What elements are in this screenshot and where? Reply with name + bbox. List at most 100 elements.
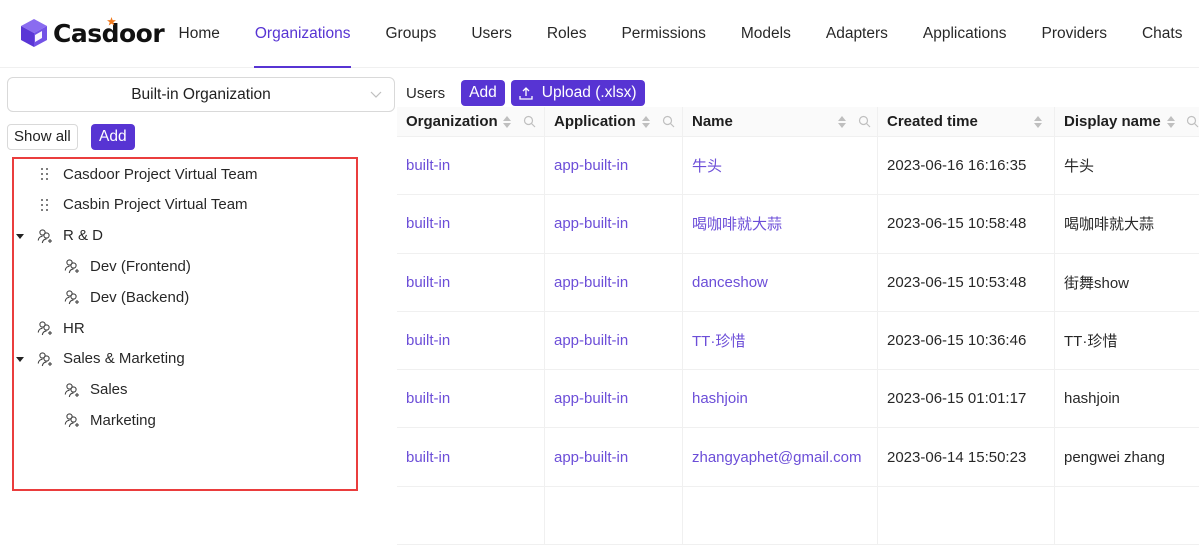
application-link[interactable]: app-built-in — [554, 449, 628, 466]
group-icon — [64, 413, 79, 428]
application-link[interactable]: app-built-in — [554, 157, 628, 174]
nav-item-users[interactable]: Users — [454, 0, 529, 68]
table-row: built-in app-built-in 牛头 2023-06-16 16:16:3… — [397, 137, 1199, 196]
user-name-link[interactable]: 喝咖啡就大蒜 — [692, 213, 782, 234]
cell-organization: built-in — [397, 195, 545, 253]
user-name-link[interactable]: hashjoin — [692, 390, 748, 407]
tree-node-label: Sales & Marketing — [63, 350, 185, 368]
sort-icon[interactable] — [641, 115, 651, 129]
application-link[interactable]: app-built-in — [554, 390, 628, 407]
application-link[interactable]: app-built-in — [554, 274, 628, 291]
search-icon[interactable] — [662, 115, 675, 128]
add-user-button[interactable]: Add — [461, 80, 505, 106]
application-link[interactable]: app-built-in — [554, 332, 628, 349]
column-created-time-label: Created time — [887, 113, 978, 130]
nav-item-permissions[interactable]: Permissions — [604, 0, 723, 68]
cell-organization: built-in — [397, 137, 545, 195]
organization-link[interactable]: built-in — [406, 390, 450, 407]
nav-item-adapters[interactable]: Adapters — [808, 0, 905, 68]
main-nav: Home Organizations Groups Users Roles Permiss… — [161, 0, 1199, 68]
user-name-link[interactable]: zhangyaphet@gmail.com — [692, 449, 861, 466]
cell-created-time: 2023-06-14 15:50:23 — [878, 428, 1055, 486]
cell-display-name — [1055, 487, 1199, 544]
tree-node-label: HR — [63, 319, 85, 337]
cell-display-name: TT·珍惜 — [1064, 333, 1118, 351]
tree-node-label: Casbin Project Virtual Team — [63, 196, 248, 214]
organization-link[interactable]: built-in — [406, 215, 450, 232]
column-created-time[interactable]: Created time — [878, 107, 1055, 137]
cell-name — [683, 486, 878, 545]
caret-down-icon[interactable] — [15, 354, 25, 364]
cell-created-time: 2023-06-15 10:53:48 — [878, 253, 1055, 311]
column-name[interactable]: Name — [683, 107, 878, 137]
sort-icon[interactable] — [1166, 115, 1176, 129]
table-body: built-in app-built-in 牛头 2023-06-16 16:16:3… — [397, 137, 1199, 545]
caret-down-icon[interactable] — [15, 231, 25, 241]
cell-created-time — [878, 486, 1055, 545]
sort-icon[interactable] — [837, 115, 847, 129]
upload-xlsx-button[interactable]: Upload (.xlsx) — [510, 80, 645, 106]
tree-node[interactable]: HR — [37, 315, 85, 341]
user-name-link[interactable]: TT·珍惜 — [692, 330, 745, 351]
user-name-link[interactable]: 牛头 — [692, 155, 722, 176]
drag-handle-icon — [41, 168, 48, 180]
nav-item-roles[interactable]: Roles — [529, 0, 604, 68]
nav-item-home[interactable]: Home — [161, 0, 237, 68]
application-link[interactable]: app-built-in — [554, 215, 628, 232]
organization-link[interactable]: built-in — [406, 449, 450, 466]
casdoor-logo[interactable]: Casdoor — [19, 16, 165, 50]
cell-name: zhangyaphet@gmail.com — [683, 428, 878, 486]
show-all-button[interactable]: Show all — [7, 124, 78, 150]
group-icon — [64, 382, 79, 397]
nav-item-applications[interactable]: Applications — [905, 0, 1024, 68]
tree-node[interactable]: Sales & Marketing — [16, 346, 185, 372]
drag-handle-icon — [41, 198, 48, 211]
tree-node[interactable]: Dev (Frontend) — [64, 253, 191, 279]
organization-link[interactable]: built-in — [406, 157, 450, 174]
column-display-name[interactable]: Display name — [1055, 107, 1199, 137]
cell-display-name: 街舞show — [1064, 274, 1130, 292]
nav-item-organizations[interactable]: Organizations — [237, 0, 368, 68]
tree-node[interactable]: Sales — [64, 377, 128, 403]
cell-organization — [397, 486, 545, 545]
add-group-button[interactable]: Add — [91, 124, 135, 150]
cell-organization: built-in — [397, 428, 545, 486]
users-panel: Users Add Upload (.xlsx) Organization Ap… — [397, 69, 1199, 545]
cell-created-time: 2023-06-15 01:01:17 — [878, 370, 1055, 428]
column-organization[interactable]: Organization — [397, 107, 545, 137]
cell-application: app-built-in — [545, 311, 683, 370]
cell-organization: built-in — [397, 370, 545, 428]
tree-node[interactable]: Dev (Backend) — [64, 284, 189, 310]
tree-node[interactable]: Casbin Project Virtual Team — [37, 192, 248, 218]
cell-application — [545, 486, 683, 545]
tree-node[interactable]: Casdoor Project Virtual Team — [37, 161, 258, 187]
upload-xlsx-label: Upload (.xlsx) — [541, 84, 637, 101]
upload-icon — [519, 87, 533, 100]
table-row: built-in app-built-in 喝咖啡就大蒜 2023-06-15 10:… — [397, 195, 1199, 254]
group-icon — [37, 228, 52, 243]
search-icon[interactable] — [858, 115, 871, 128]
nav-item-models[interactable]: Models — [723, 0, 808, 68]
tree-node-label: Casdoor Project Virtual Team — [63, 165, 258, 183]
search-icon[interactable] — [523, 115, 536, 128]
cell-application: app-built-in — [545, 137, 683, 195]
users-table: Organization Application Name Created ti… — [397, 107, 1199, 545]
tree-node[interactable]: R & D — [16, 223, 104, 249]
search-icon[interactable] — [1186, 115, 1199, 128]
nav-item-providers[interactable]: Providers — [1024, 0, 1124, 68]
group-icon — [64, 259, 79, 274]
organization-link[interactable]: built-in — [406, 332, 450, 349]
nav-item-groups[interactable]: Groups — [368, 0, 454, 68]
sort-icon[interactable] — [502, 115, 512, 129]
tree-node-label: R & D — [63, 227, 104, 245]
table-row: built-in app-built-in TT·珍惜 2023-06-15 10:3… — [397, 311, 1199, 371]
organization-select[interactable]: Built-in Organization — [7, 77, 395, 112]
cell-display-name: 牛头 — [1064, 158, 1095, 176]
nav-item-chats[interactable]: Chats — [1124, 0, 1199, 68]
cell-display-name: pengwei zhang — [1064, 448, 1165, 466]
column-application[interactable]: Application — [545, 107, 683, 137]
user-name-link[interactable]: danceshow — [692, 274, 768, 291]
sort-icon[interactable] — [1033, 115, 1043, 129]
organization-link[interactable]: built-in — [406, 274, 450, 291]
tree-node[interactable]: Marketing — [64, 407, 156, 433]
